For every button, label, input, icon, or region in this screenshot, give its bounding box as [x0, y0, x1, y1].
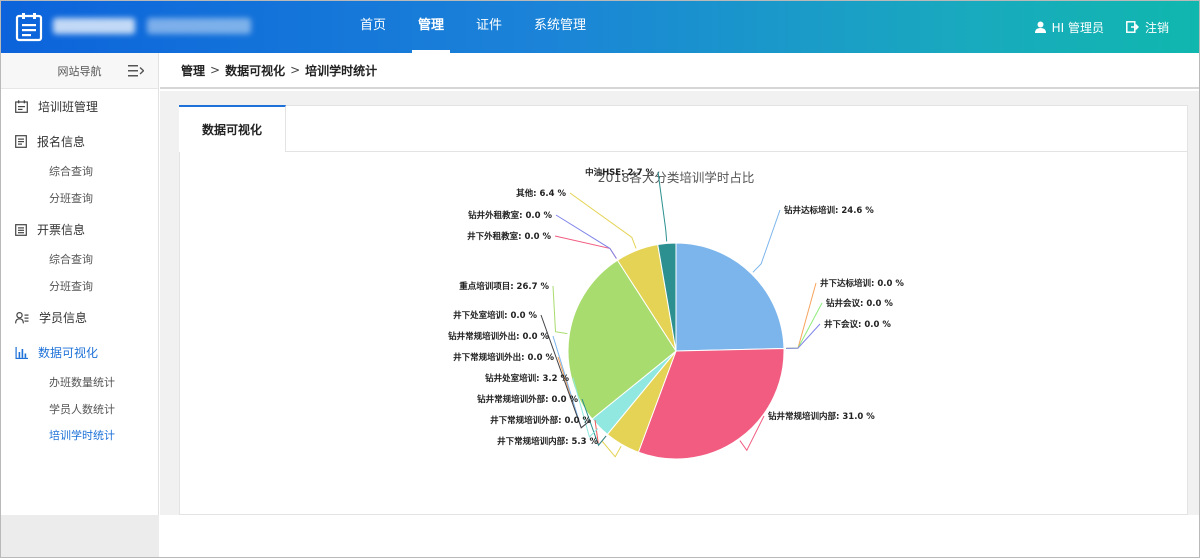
pie-chart-container: 2018各大分类培训学时占比 钻井达标培训: 24.6 % 井下达标培训: 0.0…	[180, 153, 1187, 515]
pie-slice-label: 钻井处室培训: 3.2 %	[485, 373, 569, 384]
invoice-icon	[15, 223, 27, 236]
pie-slice-label: 井下处室培训: 0.0 %	[453, 310, 537, 321]
pie-chart: 2018各大分类培训学时占比 钻井达标培训: 24.6 %井下达标培训: 0.0…	[448, 167, 904, 460]
bar-chart-icon	[15, 346, 28, 359]
pie-slice[interactable]	[675, 242, 785, 352]
pie-slice-label: 重点培训项目: 26.7 %	[459, 281, 549, 292]
sidebar-title: 网站导航	[57, 64, 102, 78]
sidebar-toggle-icon[interactable]	[128, 64, 144, 78]
pie-slice-label: 钻井常规培训外部: 0.0 %	[477, 394, 578, 405]
user-icon	[1034, 21, 1046, 33]
sidebar: 网站导航 培训班管理 报名信息 综合查询 分班查询 开票信息 综合查询 分班查询…	[1, 53, 159, 515]
tab-data-visualization[interactable]: 数据可视化	[179, 105, 286, 152]
pie-slice-label: 井下达标培训: 0.0 %	[820, 278, 904, 289]
sidebar-sub-student-count-stats[interactable]: 学员人数统计	[1, 397, 158, 424]
sidebar-footer	[1, 515, 159, 557]
pie-label-connector	[785, 282, 817, 349]
sidebar-item-label: 数据可视化	[38, 346, 99, 360]
nav-manage[interactable]: 管理	[404, 1, 458, 53]
logout-label: 注销	[1144, 20, 1169, 35]
pie-label-connector	[569, 192, 637, 249]
sidebar-item-training-class[interactable]: 培训班管理	[1, 89, 158, 124]
sidebar-item-invoice[interactable]: 开票信息	[1, 212, 158, 247]
sidebar-header: 网站导航	[1, 53, 158, 89]
sidebar-sub-registration-query[interactable]: 综合查询	[1, 159, 158, 186]
pie-label-connector	[552, 285, 568, 335]
breadcrumb: 管理 > 数据可视化 > 培训学时统计	[160, 53, 1199, 89]
breadcrumb-item-current: 培训学时统计	[305, 63, 378, 78]
pie-slice-label: 井下会议: 0.0 %	[824, 319, 891, 330]
pie-slice-label: 中油HSE: 2.7 %	[585, 167, 654, 178]
pie-slice-label: 钻井常规培训内部: 31.0 %	[768, 411, 875, 422]
sidebar-sub-training-hours-stats[interactable]: 培训学时统计	[1, 423, 158, 450]
sidebar-item-label: 学员信息	[39, 311, 88, 325]
pie-slice-label: 井下常规培训内部: 5.3 %	[497, 436, 598, 447]
pie-label-connector	[785, 323, 821, 349]
user-area: HI 管理员 注销	[1034, 1, 1169, 53]
logout-icon	[1126, 21, 1139, 33]
sidebar-sub-invoice-class-query[interactable]: 分班查询	[1, 274, 158, 301]
pie-label-connector	[555, 214, 617, 259]
sidebar-sub-registration-class-query[interactable]: 分班查询	[1, 186, 158, 213]
nav-system-management[interactable]: 系统管理	[520, 1, 600, 53]
pie-slice-label: 井下常规培训外部: 0.0 %	[490, 415, 591, 426]
sidebar-item-label: 报名信息	[37, 135, 86, 149]
pie-slice-label: 钻井常规培训外出: 0.0 %	[448, 331, 549, 342]
document-icon	[15, 135, 27, 148]
user-profile-link[interactable]: HI 管理员	[1034, 19, 1104, 36]
pie-slice-label: 井下外租教室: 0.0 %	[467, 231, 551, 242]
breadcrumb-separator: >	[210, 63, 221, 77]
sidebar-sub-invoice-query[interactable]: 综合查询	[1, 247, 158, 274]
pie-slice-label: 钻井外租教室: 0.0 %	[468, 210, 552, 221]
content-panel: 数据可视化 2018各大分类培训学时占比 钻井达标培训: 24.6 % 井下达标培…	[179, 105, 1188, 515]
pie-slice-label: 钻井达标培训: 24.6 %	[784, 205, 874, 216]
pie-slice-label: 其他: 6.4 %	[516, 188, 566, 199]
sidebar-item-students[interactable]: 学员信息	[1, 300, 158, 335]
sidebar-item-registration[interactable]: 报名信息	[1, 124, 158, 159]
top-header: 首页 管理 证件 系统管理 HI 管理员 注销	[1, 1, 1199, 53]
calendar-icon	[15, 100, 28, 113]
pie-label-connector	[601, 440, 622, 458]
brand-name-blurred	[53, 18, 251, 36]
nav-certificates[interactable]: 证件	[462, 1, 516, 53]
breadcrumb-item-manage[interactable]: 管理	[181, 62, 205, 79]
sidebar-item-label: 开票信息	[37, 223, 86, 237]
pie-slice-label: 钻井会议: 0.0 %	[826, 298, 893, 309]
logout-button[interactable]: 注销	[1126, 19, 1169, 36]
pie-slice-label: 井下常规培训外出: 0.0 %	[453, 352, 554, 363]
breadcrumb-item-data-visualization[interactable]: 数据可视化	[225, 62, 285, 79]
sidebar-item-label: 培训班管理	[38, 100, 99, 114]
tab-bar: 数据可视化	[179, 105, 1187, 152]
pie-label-connector	[752, 209, 781, 273]
clipboard-logo-icon	[15, 13, 43, 42]
app-window: 首页 管理 证件 系统管理 HI 管理员 注销 网站导航 培训班管理 报名信息 …	[0, 0, 1200, 558]
user-list-icon	[15, 311, 29, 323]
content-footer	[160, 515, 1199, 557]
user-name: HI 管理员	[1051, 20, 1104, 35]
nav-home[interactable]: 首页	[346, 1, 400, 53]
breadcrumb-separator: >	[290, 63, 301, 77]
sidebar-sub-class-count-stats[interactable]: 办班数量统计	[1, 370, 158, 397]
sidebar-item-data-visualization[interactable]: 数据可视化	[1, 335, 158, 370]
main-content: 数据可视化 2018各大分类培训学时占比 钻井达标培训: 24.6 % 井下达标培…	[160, 91, 1199, 515]
main-nav: 首页 管理 证件 系统管理	[346, 1, 604, 53]
